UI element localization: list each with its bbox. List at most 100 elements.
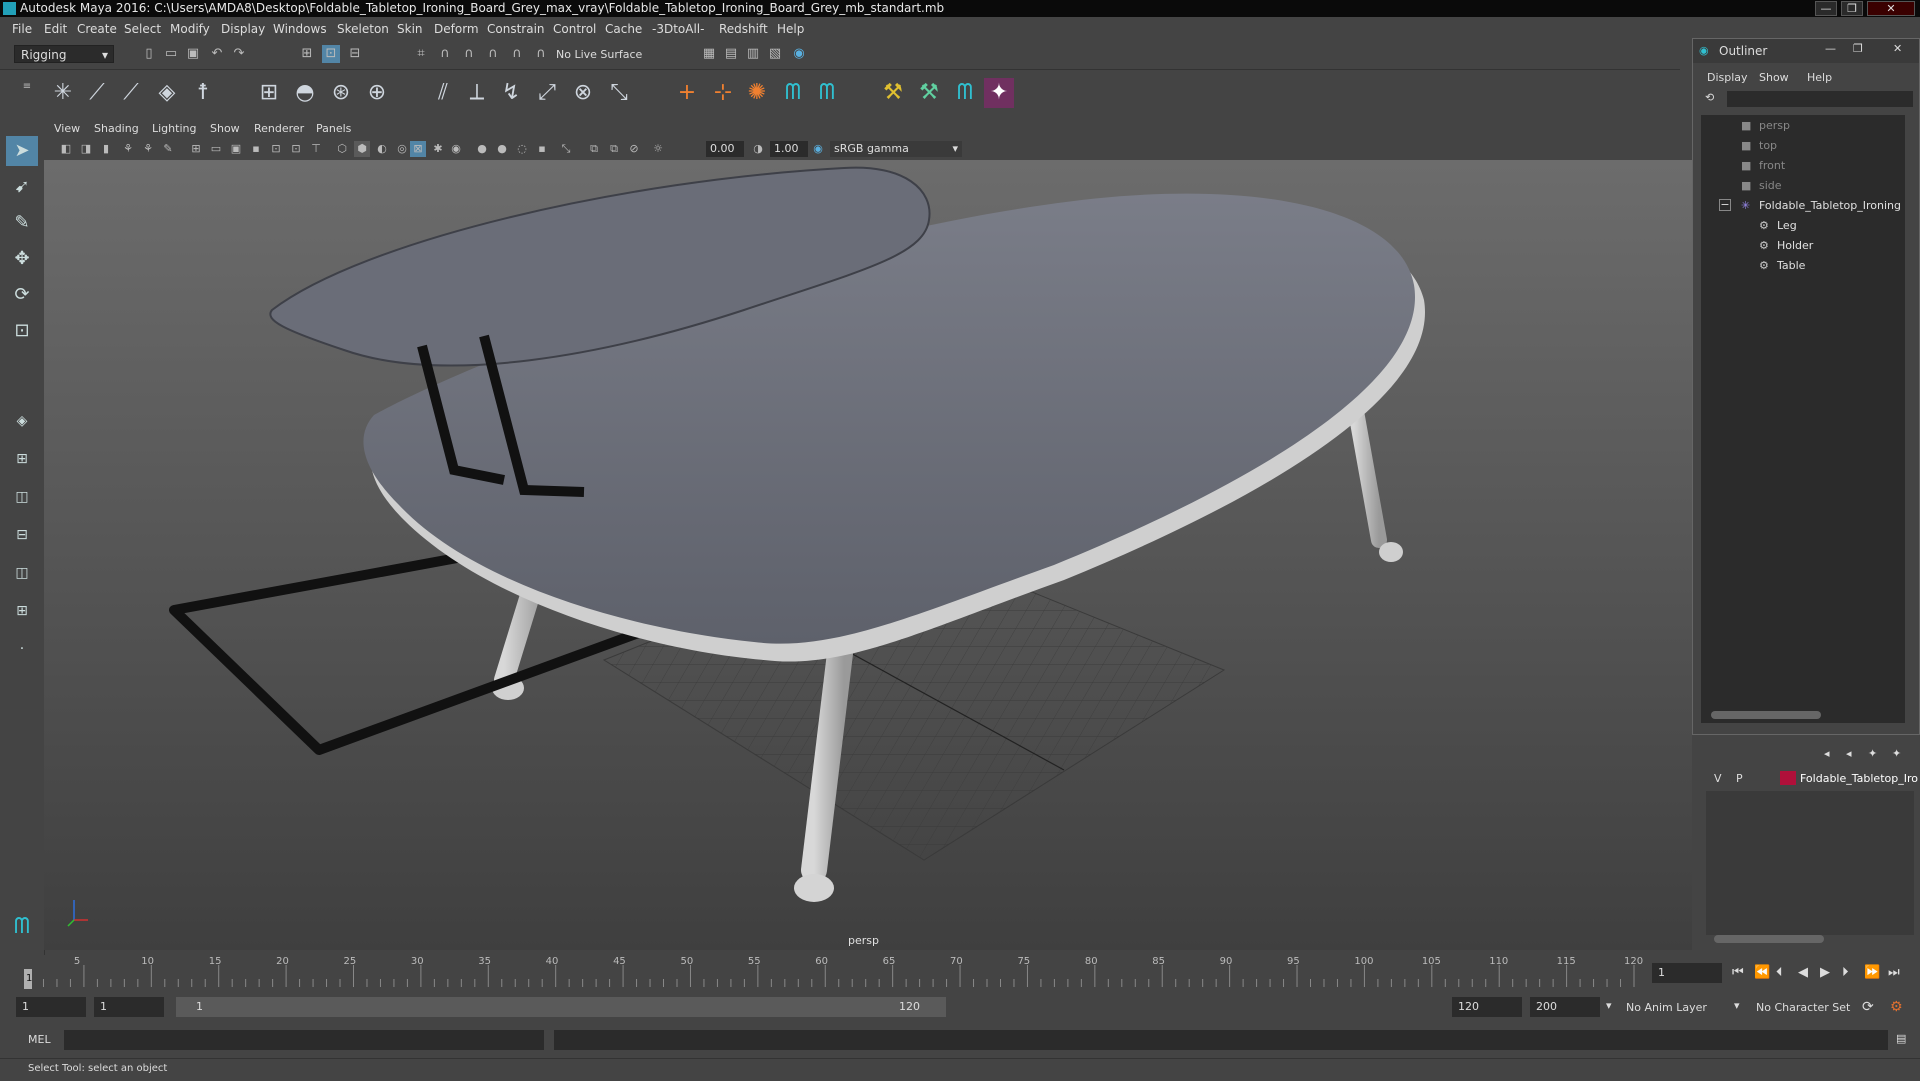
new-layer-icon[interactable]: ✦ [1868, 747, 1877, 760]
single-view-icon[interactable]: ◈ [6, 406, 38, 436]
open-scene-icon[interactable]: ▭ [162, 45, 180, 63]
menu-redshift[interactable]: Redshift [719, 22, 768, 36]
menu-select[interactable]: Select [124, 22, 161, 36]
menu-deform[interactable]: Deform [434, 22, 479, 36]
animation-end-field[interactable]: 200 [1530, 997, 1600, 1017]
render-frame-icon[interactable]: ▤ [722, 45, 740, 63]
menu-windows[interactable]: Windows [273, 22, 327, 36]
select-component-icon[interactable]: ⊟ [346, 45, 364, 63]
outliner-horizontal-scrollbar[interactable] [1711, 711, 1821, 719]
menu-help[interactable]: Help [777, 22, 804, 36]
menu-file[interactable]: File [12, 22, 32, 36]
human-ik-icon[interactable]: ☨ [188, 78, 218, 108]
image-plane-icon[interactable]: ⚘ [120, 141, 136, 157]
time-ruler[interactable]: 5 10 15 20 25 30 35 40 45 50 55 60 65 70 75 80 85 90 95 100… [20, 955, 1670, 991]
refresh-icon[interactable]: ⟲ [1705, 91, 1714, 104]
panel-menu-panels[interactable]: Panels [316, 122, 351, 135]
camera-select-icon[interactable]: ◧ [58, 141, 74, 157]
command-language[interactable]: MEL [28, 1033, 51, 1046]
menu-skin[interactable]: Skin [397, 22, 423, 36]
snap-curve-icon[interactable]: ∩ [436, 45, 454, 63]
render-icon[interactable]: ✦ [984, 78, 1014, 108]
animation-start-field[interactable]: 1 [16, 997, 86, 1017]
ssao-icon[interactable]: ⧉ [586, 141, 602, 157]
panel-menu-renderer[interactable]: Renderer [254, 122, 304, 135]
panel-menu-view[interactable]: View [54, 122, 80, 135]
shelf-menu-icon[interactable]: ≡ [18, 78, 36, 96]
render-settings-icon[interactable]: ▦ [700, 45, 718, 63]
layer-horizontal-scrollbar[interactable] [1714, 935, 1824, 943]
range-slider[interactable]: 1 120 [176, 997, 946, 1017]
constraint-parent-icon[interactable]: ⫽ [428, 78, 458, 108]
hypershade-layout-icon[interactable]: ⊞ [6, 596, 38, 626]
bookmark-icon[interactable]: ▮ [98, 141, 114, 157]
persp-outliner-icon[interactable]: ⊟ [6, 520, 38, 550]
grease-pencil-icon[interactable]: ✎ [160, 141, 176, 157]
step-back-frame-icon[interactable]: ⏴ [1776, 965, 1783, 980]
current-frame-field[interactable]: 1 [1652, 963, 1722, 983]
motion-blur-icon[interactable]: ⧉ [606, 141, 622, 157]
xray-active-icon[interactable]: ● [494, 141, 510, 157]
smooth-wire-icon[interactable]: ▪ [534, 141, 550, 157]
use-all-lights-icon[interactable]: ⊠ [410, 141, 426, 157]
collapse-icon[interactable]: − [1719, 199, 1731, 211]
snap-surface-icon[interactable]: ∩ [508, 45, 526, 63]
safe-title-icon[interactable]: ⊤ [308, 141, 324, 157]
2d-pan-zoom-icon[interactable]: ⚘ [140, 141, 156, 157]
outliner-item-top[interactable]: top [1759, 139, 1777, 152]
paint-attributes-icon[interactable]: ⚒ [914, 78, 944, 108]
playback-end-field[interactable]: 120 [1452, 997, 1522, 1017]
outliner-item-table[interactable]: Table [1777, 259, 1805, 272]
cluster-icon[interactable]: ⊕ [362, 78, 392, 108]
outliner-close-button[interactable]: ✕ [1893, 42, 1902, 55]
step-forward-frame-icon[interactable]: ⏵ [1842, 965, 1849, 980]
paint-select-icon[interactable]: ✎ [6, 208, 38, 238]
insert-joint-icon[interactable]: ◈ [152, 78, 182, 108]
chevron-down-icon[interactable]: ▾ [1734, 999, 1740, 1012]
hypershade-icon[interactable]: ◉ [790, 45, 808, 63]
step-forward-key-icon[interactable]: ⏩ [1864, 965, 1880, 980]
grid-toggle-icon[interactable]: ⊞ [188, 141, 204, 157]
outliner-item-front[interactable]: front [1759, 159, 1785, 172]
time-slider[interactable]: 5 10 15 20 25 30 35 40 45 50 55 60 65 70 75 80 85 90 95 100… [0, 955, 1920, 991]
magnet-icon[interactable]: ∩ [532, 45, 550, 63]
outliner-item-leg[interactable]: Leg [1777, 219, 1797, 232]
textured-icon[interactable]: ◎ [394, 141, 410, 157]
minimize-button[interactable]: — [1815, 1, 1837, 16]
shadows-icon[interactable]: ✱ [430, 141, 446, 157]
play-forwards-icon[interactable]: ▶ [1820, 965, 1830, 980]
outliner-item-foldable-group[interactable]: Foldable_Tabletop_Ironing [1759, 199, 1901, 212]
character-set-dropdown[interactable]: No Character Set [1756, 1001, 1850, 1014]
scale-tool-icon[interactable]: ⊡ [6, 316, 38, 346]
xray-icon[interactable]: ◉ [448, 141, 464, 157]
viewport-persp[interactable]: persp [44, 160, 1692, 950]
outliner-menu-help[interactable]: Help [1807, 71, 1832, 84]
layer-playback-toggle[interactable]: P [1736, 772, 1743, 785]
close-button[interactable]: ✕ [1867, 1, 1915, 16]
panel-menu-show[interactable]: Show [210, 122, 240, 135]
layer-color-swatch[interactable] [1780, 771, 1796, 785]
outliner-menu-display[interactable]: Display [1707, 71, 1748, 84]
new-layer-selected-icon[interactable]: ✦ [1892, 747, 1901, 760]
layer-move-up-icon[interactable]: ◂ [1824, 747, 1830, 760]
layer-visibility-toggle[interactable]: V [1714, 772, 1722, 785]
backface-culling-icon[interactable]: ◌ [514, 141, 530, 157]
field-chart-icon[interactable]: ⊡ [268, 141, 284, 157]
menu-modify[interactable]: Modify [170, 22, 210, 36]
menu-control[interactable]: Control [553, 22, 596, 36]
constraint-aim-icon[interactable]: ⊗ [568, 78, 598, 108]
resolution-gate-icon[interactable]: ▣ [228, 141, 244, 157]
outliner-maximize-button[interactable]: ❐ [1853, 42, 1863, 55]
side-by-side-icon[interactable]: ◫ [6, 482, 38, 512]
maya-logo-shelf-3-icon[interactable]: ᗰ [950, 78, 980, 108]
camera-attributes-icon[interactable]: ◨ [78, 141, 94, 157]
panel-menu-lighting[interactable]: Lighting [152, 122, 196, 135]
go-to-start-icon[interactable]: ⏮ [1732, 965, 1744, 980]
menuset-dropdown[interactable]: Rigging ▾ [14, 45, 114, 63]
chevron-down-icon[interactable]: ▾ [1606, 999, 1612, 1012]
menu-display[interactable]: Display [221, 22, 265, 36]
redo-icon[interactable]: ↷ [230, 45, 248, 63]
outliner-item-side[interactable]: side [1759, 179, 1782, 192]
preferences-icon[interactable]: ⚙ [1890, 999, 1903, 1015]
wireframe-on-shaded-icon[interactable]: ◐ [374, 141, 390, 157]
